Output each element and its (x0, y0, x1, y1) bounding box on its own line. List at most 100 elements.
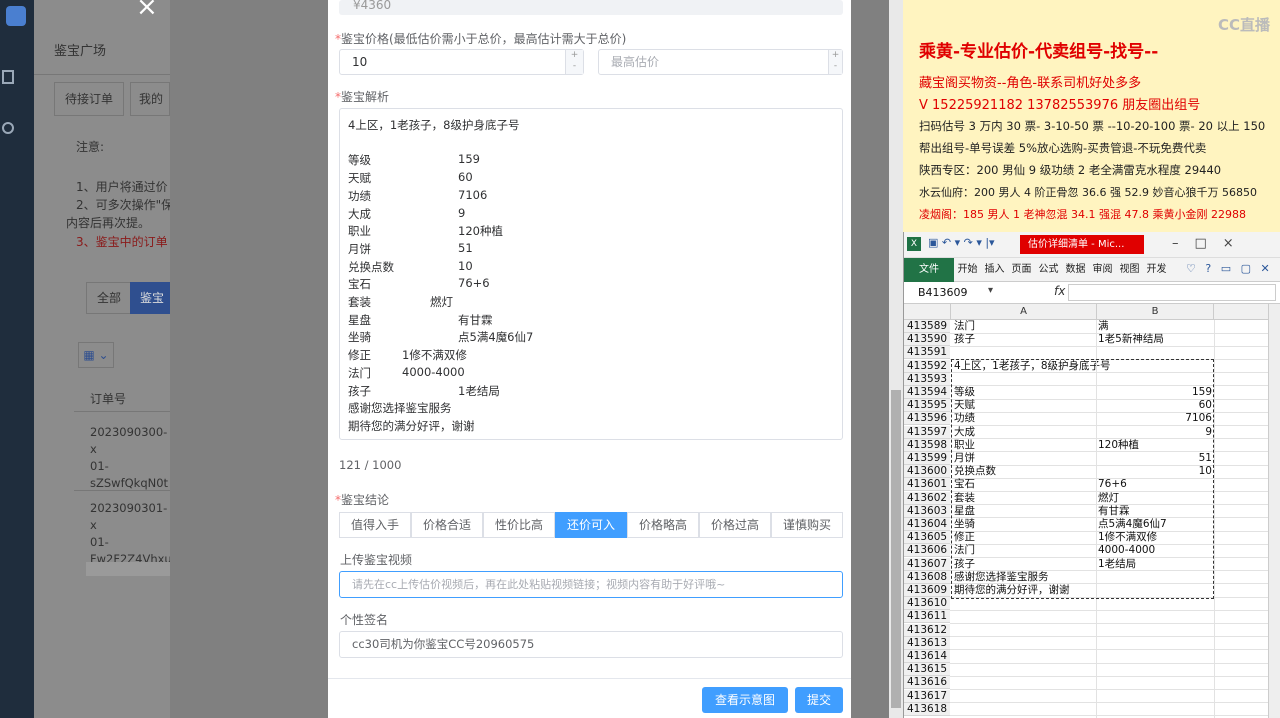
excel-scrollbar[interactable] (1268, 304, 1280, 718)
stepper-icon[interactable]: + - (565, 50, 583, 74)
excel-window: X ▣ ↶ ▾ ↷ ▾ |▾ 估价详细清单 - Mic... –□× 文件 开始插… (903, 232, 1280, 718)
ad-line: 藏宝阁买物资--角色-联系司机好处多多 (919, 76, 1142, 91)
cell-b[interactable]: 1老5新神结局 (1098, 333, 1164, 346)
max-price-input[interactable]: 最高估价 + - (598, 49, 843, 75)
column-header-b[interactable]: B (1096, 304, 1214, 320)
row-number[interactable]: 413595 (904, 399, 950, 413)
row-number[interactable]: 413602 (904, 491, 950, 505)
row-number[interactable]: 413601 (904, 478, 950, 492)
analysis-line-key: 等级 (348, 153, 371, 168)
analysis-line-key: 感谢您选择鉴宝服务 (348, 401, 452, 416)
row-number[interactable]: 413618 (904, 702, 950, 716)
ribbon-tab[interactable]: 插入 (981, 258, 1008, 282)
conclusion-option[interactable]: 价格合适 (411, 512, 483, 538)
row-number[interactable]: 413591 (904, 346, 950, 360)
row-number[interactable]: 413596 (904, 412, 950, 426)
analysis-line-key: 坐骑 (348, 330, 371, 345)
ribbon-tab[interactable]: 开发 (1143, 258, 1170, 282)
tab-my-orders[interactable]: 我的订 (130, 82, 170, 116)
row-number[interactable]: 413616 (904, 676, 950, 690)
ribbon-tab[interactable]: 视图 (1116, 258, 1143, 282)
row-number[interactable]: 413612 (904, 623, 950, 637)
row-number[interactable]: 413598 (904, 438, 950, 452)
conclusion-option[interactable]: 谨慎购买 (771, 512, 843, 538)
ribbon-tab[interactable]: 文件 (904, 258, 954, 282)
row-number[interactable]: 413614 (904, 650, 950, 663)
ribbon-tab[interactable]: 审阅 (1089, 258, 1116, 282)
row-number[interactable]: 413606 (904, 544, 950, 558)
quick-access-icon[interactable]: ▣ ↶ ▾ ↷ ▾ |▾ (928, 236, 995, 249)
dropdown-icon[interactable]: ▾ (988, 285, 993, 296)
grid-icon[interactable]: ▦ ⌄ (78, 342, 114, 368)
tab-pending-orders[interactable]: 待接订单 (54, 82, 124, 116)
video-link-input[interactable]: 请先在cc上传估价视频后，再在此处粘贴视频链接；视频内容有助于好评哦~ (339, 571, 843, 598)
page-title: 鉴宝广场 (54, 44, 107, 59)
horizontal-scrollbar[interactable] (86, 562, 170, 576)
formula-icon: fx (1054, 284, 1066, 298)
ribbon-tab[interactable]: 公式 (1035, 258, 1062, 282)
chart-icon[interactable] (2, 70, 14, 84)
close-icon[interactable]: × (136, 0, 158, 22)
user-icon[interactable] (2, 122, 14, 134)
analysis-line-key: 4上区，1老孩子，8级护身底子号 (348, 118, 520, 132)
ribbon-tab[interactable]: 页面 (1008, 258, 1035, 282)
submit-button[interactable]: 提交 (795, 687, 843, 713)
row-number[interactable]: 413608 (904, 570, 950, 584)
scrollbar-thumb[interactable] (891, 390, 901, 708)
conclusion-option[interactable]: 价格过高 (699, 512, 771, 538)
order-row[interactable]: 2023090300-x 01- sZSwfQkqN0t (90, 424, 170, 492)
filter-all-button[interactable]: 全部 (86, 282, 132, 314)
modal-backdrop: × (136, 0, 328, 718)
ad-line: 陕西专区：200 男仙 9 级功绩 2 老全满雷克水程度 29440 (919, 163, 1222, 177)
row-number[interactable]: 413594 (904, 386, 950, 399)
filter-active-button[interactable]: 鉴宝 (130, 282, 170, 314)
row-number[interactable]: 413609 (904, 584, 950, 597)
analysis-line-value: 点5满4魔6仙7 (458, 330, 534, 345)
row-number[interactable]: 413590 (904, 333, 950, 347)
conclusion-option[interactable]: 性价比高 (483, 512, 555, 538)
analysis-line-key: 大成 (348, 206, 371, 221)
window-controls-icon[interactable]: –□× (1172, 236, 1250, 251)
formula-bar[interactable] (1068, 284, 1276, 301)
signature-input[interactable]: cc30司机为你鉴宝CC号20960575 (339, 631, 843, 658)
min-price-value: 10 (352, 55, 368, 69)
row-number[interactable]: 413597 (904, 425, 950, 439)
row-number[interactable]: 413592 (904, 359, 950, 373)
analysis-line-value: 燃灯 (430, 295, 453, 309)
row-number[interactable]: 413605 (904, 531, 950, 545)
column-header-a[interactable]: A (950, 304, 1096, 320)
cell-a[interactable]: 孩子 (954, 333, 975, 346)
ribbon-tab[interactable]: 开始 (954, 258, 981, 282)
row-number[interactable]: 413617 (904, 689, 950, 703)
analysis-line-value: 60 (458, 170, 473, 185)
analysis-textarea[interactable]: 4上区，1老孩子，8级护身底子号 等级 159 天赋 60 功绩 7106 大成 9 职业 120种… (339, 108, 843, 440)
conclusion-option[interactable]: 值得入手 (339, 512, 411, 538)
row-number[interactable]: 413589 (904, 320, 950, 333)
stepper-icon[interactable]: + - (828, 50, 842, 74)
row-number[interactable]: 413599 (904, 452, 950, 465)
cell-b[interactable]: 满 (1098, 320, 1109, 333)
app-sidebar (0, 0, 34, 718)
vertical-scrollbar[interactable] (889, 0, 903, 718)
ribbon-icons[interactable]: ♡ ? ▭ ▢ ✕ (1186, 262, 1273, 275)
cell-a[interactable]: 法门 (954, 320, 975, 333)
ad-title: 乘黄-专业估价-代卖组号-找号-- (919, 42, 1159, 62)
row-number[interactable]: 413615 (904, 663, 950, 677)
row-number[interactable]: 413613 (904, 636, 950, 650)
row-number[interactable]: 413610 (904, 597, 950, 611)
analysis-line-key: 宝石 (348, 277, 371, 292)
name-box[interactable]: B413609 (918, 286, 968, 299)
row-number[interactable]: 413600 (904, 465, 950, 479)
row-number[interactable]: 413603 (904, 504, 950, 518)
row-number[interactable]: 413607 (904, 557, 950, 571)
min-price-input[interactable]: 10 + - (339, 49, 584, 75)
ribbon-tab[interactable]: 数据 (1062, 258, 1089, 282)
conclusion-option[interactable]: 价格略高 (627, 512, 699, 538)
view-sample-button[interactable]: 查看示意图 (702, 687, 788, 713)
conclusion-option[interactable]: 还价可入 (555, 512, 627, 538)
order-row[interactable]: 2023090301-x 01- Fw2F2Z4Vhxu (90, 500, 172, 568)
row-number[interactable]: 413611 (904, 610, 950, 624)
background-page: 鉴宝广场 待接订单 我的订 注意: 1、用户将通过价 2、可多次操作"保 内容后… (34, 0, 173, 718)
row-number[interactable]: 413604 (904, 518, 950, 531)
row-number[interactable]: 413593 (904, 372, 950, 386)
